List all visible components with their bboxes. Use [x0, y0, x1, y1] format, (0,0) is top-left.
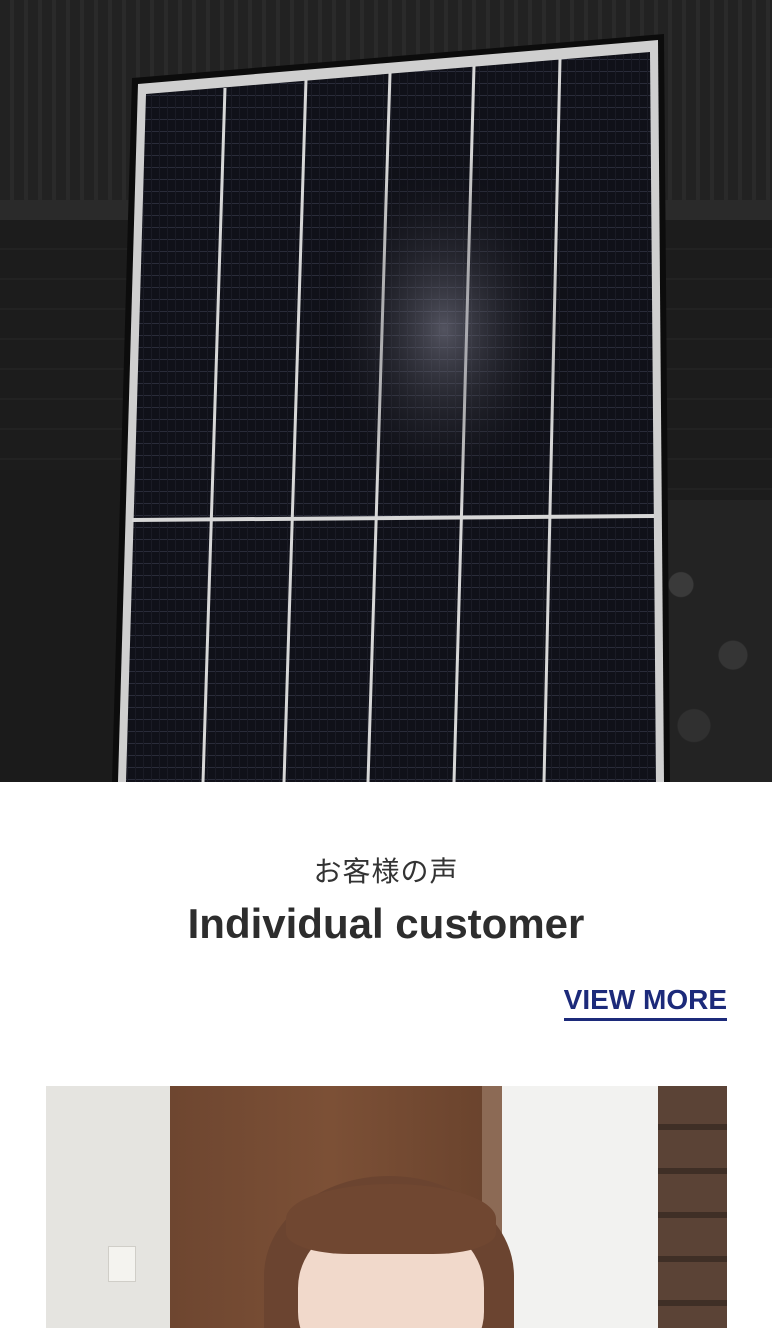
photo-wall-left: [46, 1086, 170, 1328]
photo-shelf: [658, 1086, 727, 1328]
view-more-link[interactable]: VIEW MORE: [563, 982, 727, 1021]
solar-panel-icon: [112, 34, 670, 782]
photo-wall-right: [502, 1086, 662, 1328]
customer-bangs: [286, 1184, 496, 1254]
customer-photo[interactable]: [46, 1086, 727, 1328]
light-switch-icon: [108, 1246, 136, 1282]
section-subtitle: お客様の声: [313, 855, 459, 888]
section-title: Individual customer: [187, 900, 585, 947]
hero-solar-panel-image: [0, 0, 772, 782]
